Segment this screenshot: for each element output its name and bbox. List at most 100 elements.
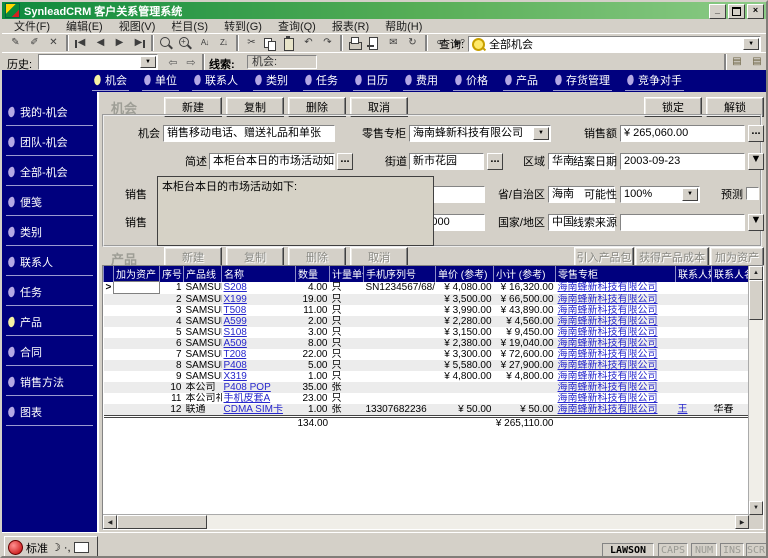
retail-counter-link[interactable]: 海南蜂新科技有限公司 (556, 404, 676, 417)
column-header[interactable]: 联系人姓 (676, 266, 712, 282)
product-cancel-button[interactable]: 取消 (350, 247, 408, 267)
table-row[interactable]: 2 SAMSUNG X199 19.00 只 ¥ 3,500.00 ¥ 66,5… (104, 294, 750, 306)
contact-lastname-cell[interactable] (676, 338, 712, 349)
probability-dropdown-arrow[interactable]: ▼ (682, 188, 698, 201)
vertical-scroll-thumb[interactable] (749, 280, 763, 320)
table-row[interactable]: 1 SAMSUNG S208 4.00 只 SN1234567/68/ ¥ 4,… (104, 282, 750, 294)
history-forward-button[interactable]: ⇨ (182, 54, 200, 70)
table-row[interactable]: 4 SAMSUNG A599 2.00 只 ¥ 2,280.00 ¥ 4,560… (104, 316, 750, 327)
contact-lastname-cell[interactable] (676, 360, 712, 371)
tab-calendar[interactable]: 日历 (353, 71, 390, 91)
product-name-link[interactable]: S208 (222, 282, 296, 294)
brief-memo-popup[interactable]: 本柜台本日的市场活动如下: (157, 176, 434, 246)
menu-item[interactable]: 报表(R) (324, 18, 377, 34)
tab-category[interactable]: 类别 (253, 71, 290, 91)
tab-competitor[interactable]: 竞争对手 (625, 71, 684, 91)
print-icon[interactable] (346, 35, 365, 52)
close-date-input[interactable]: 2003-09-23 (620, 153, 745, 170)
column-header[interactable]: 产品线 (184, 266, 222, 282)
tab-opportunity[interactable]: 机会 (92, 71, 129, 91)
copy-icon[interactable] (261, 35, 280, 52)
paste-icon[interactable] (280, 35, 299, 52)
restore-button[interactable] (728, 4, 745, 19)
menu-item[interactable]: 文件(F) (6, 18, 58, 34)
scroll-down-button[interactable]: ▼ (749, 501, 763, 515)
tab-product[interactable]: 产品 (503, 71, 540, 91)
ime-mode-icon[interactable] (8, 540, 23, 555)
tab-company[interactable]: 单位 (142, 71, 179, 91)
link-icon[interactable]: ▤ (748, 54, 766, 70)
scroll-left-button[interactable]: ◀ (103, 515, 117, 529)
sidebar-item-product[interactable]: 产品 (6, 308, 93, 336)
street-input[interactable]: 新市花园 (409, 153, 484, 170)
refresh-icon[interactable]: ↻ (403, 35, 422, 52)
import-product-package-button[interactable]: 引入产品包 (574, 247, 634, 267)
vertical-scrollbar[interactable]: ▲ ▼ (748, 266, 763, 515)
table-row[interactable]: 9 SAMSUNG X319 1.00 只 ¥ 4,800.00 ¥ 4,800… (104, 371, 750, 382)
tab-price[interactable]: 价格 (453, 71, 490, 91)
menu-item[interactable]: 视图(V) (111, 18, 164, 34)
search-zoom-icon[interactable]: + (176, 35, 195, 52)
prev-record-icon[interactable]: ◀ (91, 35, 110, 52)
column-header[interactable]: 数量 (296, 266, 330, 282)
sidebar-item-contract[interactable]: 合同 (6, 338, 93, 366)
column-header[interactable]: 序号 (160, 266, 184, 282)
product-name-link[interactable]: X319 (222, 371, 296, 382)
asset-checkbox-cell[interactable] (114, 294, 160, 306)
product-name-link[interactable]: P408 (222, 360, 296, 371)
get-product-cost-button[interactable]: 获得产品成本 (635, 247, 709, 267)
sidebar-item-contact[interactable]: 联系人 (6, 248, 93, 276)
contact-lastname-cell[interactable] (676, 371, 712, 382)
retail-counter-link[interactable]: 海南蜂新科技有限公司 (556, 305, 676, 316)
column-header[interactable]: 计量单位 (330, 266, 364, 282)
lead-source-dropdown-button[interactable]: ▼ (748, 214, 764, 231)
first-record-icon[interactable]: ◀ (72, 35, 91, 52)
table-row[interactable]: 5 SAMSUNG S108 3.00 只 ¥ 3,150.00 ¥ 9,450… (104, 327, 750, 338)
sidebar-item-task[interactable]: 任务 (6, 278, 93, 306)
column-header[interactable]: 名称 (222, 266, 296, 282)
soft-keyboard-icon[interactable] (74, 542, 89, 553)
retail-counter-link[interactable]: 海南蜂新科技有限公司 (556, 349, 676, 360)
asset-checkbox-cell[interactable] (114, 282, 160, 294)
amount-ellipsis-button[interactable]: ... (748, 125, 764, 142)
tab-expense[interactable]: 费用 (403, 71, 440, 91)
table-row[interactable]: 3 SAMSUNG T508 11.00 只 ¥ 3,990.00 ¥ 43,8… (104, 305, 750, 316)
product-name-link[interactable]: CDMA SIM卡 (222, 404, 296, 417)
forecast-checkbox[interactable] (746, 187, 759, 200)
sidebar-item-my-opportunity[interactable]: 我的-机会 (6, 98, 93, 126)
column-header[interactable]: 小计 (参考) (494, 266, 556, 282)
table-row[interactable]: 8 SAMSUNG P408 5.00 只 ¥ 5,580.00 ¥ 27,90… (104, 360, 750, 371)
product-name-link[interactable]: T508 (222, 305, 296, 316)
retail-counter-link[interactable]: 海南蜂新科技有限公司 (556, 316, 676, 327)
close-date-dropdown-button[interactable]: ▼ (748, 153, 764, 170)
product-copy-button[interactable]: 复制 (226, 247, 284, 267)
ime-toolbar[interactable]: 标准 ☽ ·, (4, 536, 98, 558)
contact-lastname-cell[interactable] (676, 316, 712, 327)
fullwidth-toggle-icon[interactable]: ☽ (51, 541, 61, 554)
sidebar-item-team-opportunity[interactable]: 团队-机会 (6, 128, 93, 156)
retail-counter-link[interactable]: 海南蜂新科技有限公司 (556, 360, 676, 371)
counter-dropdown-arrow[interactable]: ▼ (533, 127, 549, 140)
contact-lastname-cell[interactable] (676, 382, 712, 393)
horizontal-scrollbar[interactable]: ◀ ▶ (103, 514, 749, 529)
export-icon[interactable] (365, 35, 384, 52)
asset-checkbox-cell[interactable] (114, 393, 160, 404)
cut-icon[interactable]: ✂ (242, 35, 261, 52)
asset-checkbox-cell[interactable] (114, 338, 160, 349)
column-header[interactable]: 零售专柜 (556, 266, 676, 282)
contact-lastname-cell[interactable] (676, 294, 712, 306)
scroll-right-button[interactable]: ▶ (735, 515, 749, 529)
last-record-icon[interactable]: ▶ (129, 35, 148, 52)
punctuation-toggle-icon[interactable]: ·, (64, 542, 71, 554)
history-back-button[interactable]: ⇦ (164, 54, 182, 70)
retail-counter-link[interactable]: 海南蜂新科技有限公司 (556, 282, 676, 294)
amount-input[interactable]: ¥ 265,060.00 (620, 125, 745, 142)
add-as-asset-button[interactable]: 加为资产 (710, 247, 764, 267)
sort-desc-icon[interactable]: Z↓ (214, 35, 233, 52)
lead-source-input[interactable] (620, 214, 745, 231)
new-record-icon[interactable]: ✎ (6, 35, 25, 52)
attach-icon[interactable]: ▤ (728, 54, 746, 70)
contact-lastname-cell[interactable] (676, 305, 712, 316)
asset-checkbox-cell[interactable] (114, 305, 160, 316)
asset-checkbox-cell[interactable] (114, 316, 160, 327)
